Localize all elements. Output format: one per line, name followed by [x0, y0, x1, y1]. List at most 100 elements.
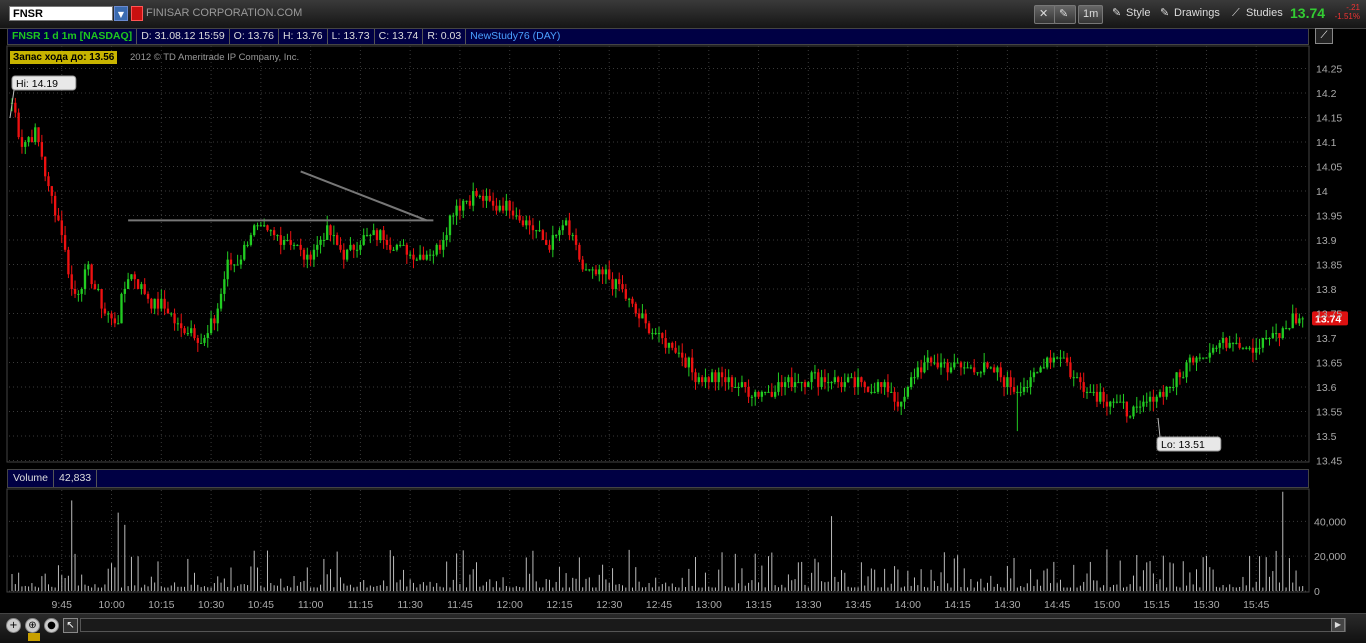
- candle-body: [515, 215, 518, 217]
- candle-body: [1082, 382, 1085, 392]
- candle-body: [966, 367, 969, 369]
- candle-body: [136, 279, 140, 289]
- candle-body: [661, 333, 664, 338]
- candle-body: [209, 318, 213, 334]
- candle-body: [53, 195, 57, 216]
- candle-body: [783, 382, 787, 387]
- candle-body: [432, 254, 435, 256]
- candle-body: [1205, 357, 1208, 359]
- candle-body: [959, 362, 963, 368]
- candle-body: [405, 244, 409, 255]
- candle-body: [860, 377, 863, 383]
- candle-body: [1248, 347, 1251, 349]
- candle-body: [309, 254, 312, 260]
- zoom-fit-icon[interactable]: ⊕: [25, 618, 40, 633]
- candle-body: [837, 377, 840, 383]
- candle-body: [913, 377, 916, 379]
- candle-body: [153, 298, 156, 309]
- candle-body: [691, 357, 694, 373]
- candle-body: [34, 127, 37, 142]
- candle-body: [810, 372, 813, 383]
- price-chart[interactable]: Hi: 14.19Lo: 13.5113.74 14.2514.214.1514…: [0, 0, 1366, 642]
- candle-body: [1105, 401, 1109, 407]
- time-tick-label: 14:45: [1044, 599, 1070, 611]
- zoom-out-icon[interactable]: ●: [44, 618, 59, 633]
- candle-body: [332, 235, 336, 237]
- candle-body: [681, 352, 684, 358]
- candle-body: [156, 298, 160, 309]
- candle-body: [694, 372, 697, 383]
- candle-body: [664, 338, 667, 348]
- candle-body: [760, 391, 764, 397]
- candle-body: [27, 137, 30, 142]
- candle-body: [747, 387, 750, 397]
- candle-body: [604, 269, 608, 275]
- candle-body: [1125, 401, 1128, 417]
- candle-body: [14, 102, 17, 113]
- candle-body: [598, 269, 601, 275]
- time-scrollbar[interactable]: [80, 618, 1346, 632]
- candle-body: [44, 156, 47, 177]
- candle-body: [734, 387, 737, 388]
- volume-value: 42,833: [54, 470, 98, 487]
- candle-body: [379, 230, 382, 240]
- candle-body: [651, 333, 654, 335]
- time-tick-label: 14:00: [895, 599, 921, 611]
- candle-body: [982, 362, 986, 373]
- candle-body: [903, 396, 906, 402]
- candle-body: [757, 391, 760, 397]
- candle-body: [97, 289, 100, 290]
- candle-body: [1175, 372, 1178, 387]
- candle-body: [754, 391, 757, 397]
- candle-body: [1148, 396, 1152, 402]
- candle-body: [827, 382, 830, 384]
- pointer-icon[interactable]: ↖: [63, 618, 78, 633]
- candle-body: [306, 254, 309, 260]
- time-tick-label: 10:00: [98, 599, 124, 611]
- candle-body: [830, 382, 833, 384]
- candle-body: [385, 240, 389, 245]
- candle-body: [392, 249, 395, 251]
- hi-label-text: Hi: 14.19: [16, 78, 58, 90]
- candle-body: [498, 205, 501, 211]
- candle-body: [196, 338, 199, 343]
- candle-body: [412, 254, 415, 260]
- candle-body: [316, 244, 319, 250]
- candle-body: [1009, 377, 1012, 387]
- candle-body: [107, 313, 110, 315]
- candle-body: [588, 269, 591, 271]
- candle-body: [1228, 342, 1231, 348]
- candle-body: [1278, 333, 1281, 338]
- candle-body: [770, 391, 773, 397]
- candle-body: [100, 289, 103, 309]
- lo-pointer: [1157, 417, 1161, 438]
- candle-body: [866, 387, 870, 392]
- time-tick-label: 13:45: [845, 599, 871, 611]
- candle-body: [724, 377, 727, 383]
- candle-body: [790, 377, 793, 387]
- candle-body: [1225, 338, 1228, 348]
- candle-body: [1188, 357, 1192, 363]
- candle-body: [203, 338, 206, 343]
- candle-body: [1182, 377, 1185, 379]
- candle-body: [335, 235, 339, 245]
- scroll-right-icon[interactable]: ▶: [1331, 618, 1345, 632]
- candle-body: [491, 200, 495, 206]
- candle-body: [286, 240, 289, 241]
- candle-body: [714, 372, 717, 383]
- price-tick-label: 14.25: [1316, 64, 1342, 76]
- candle-body: [545, 240, 548, 245]
- price-tick-label: 14.05: [1316, 162, 1342, 174]
- candle-body: [541, 230, 545, 240]
- candle-body: [846, 377, 850, 383]
- candle-body: [548, 244, 551, 250]
- candle-body: [1298, 318, 1301, 324]
- candle-body: [581, 259, 584, 270]
- candle-body: [1268, 338, 1271, 339]
- candle-body: [1235, 342, 1238, 344]
- candle-body: [564, 220, 568, 226]
- zoom-in-icon[interactable]: +: [6, 618, 21, 633]
- candle-body: [1245, 347, 1248, 349]
- expand-icon[interactable]: [28, 633, 40, 641]
- candle-body: [442, 240, 445, 250]
